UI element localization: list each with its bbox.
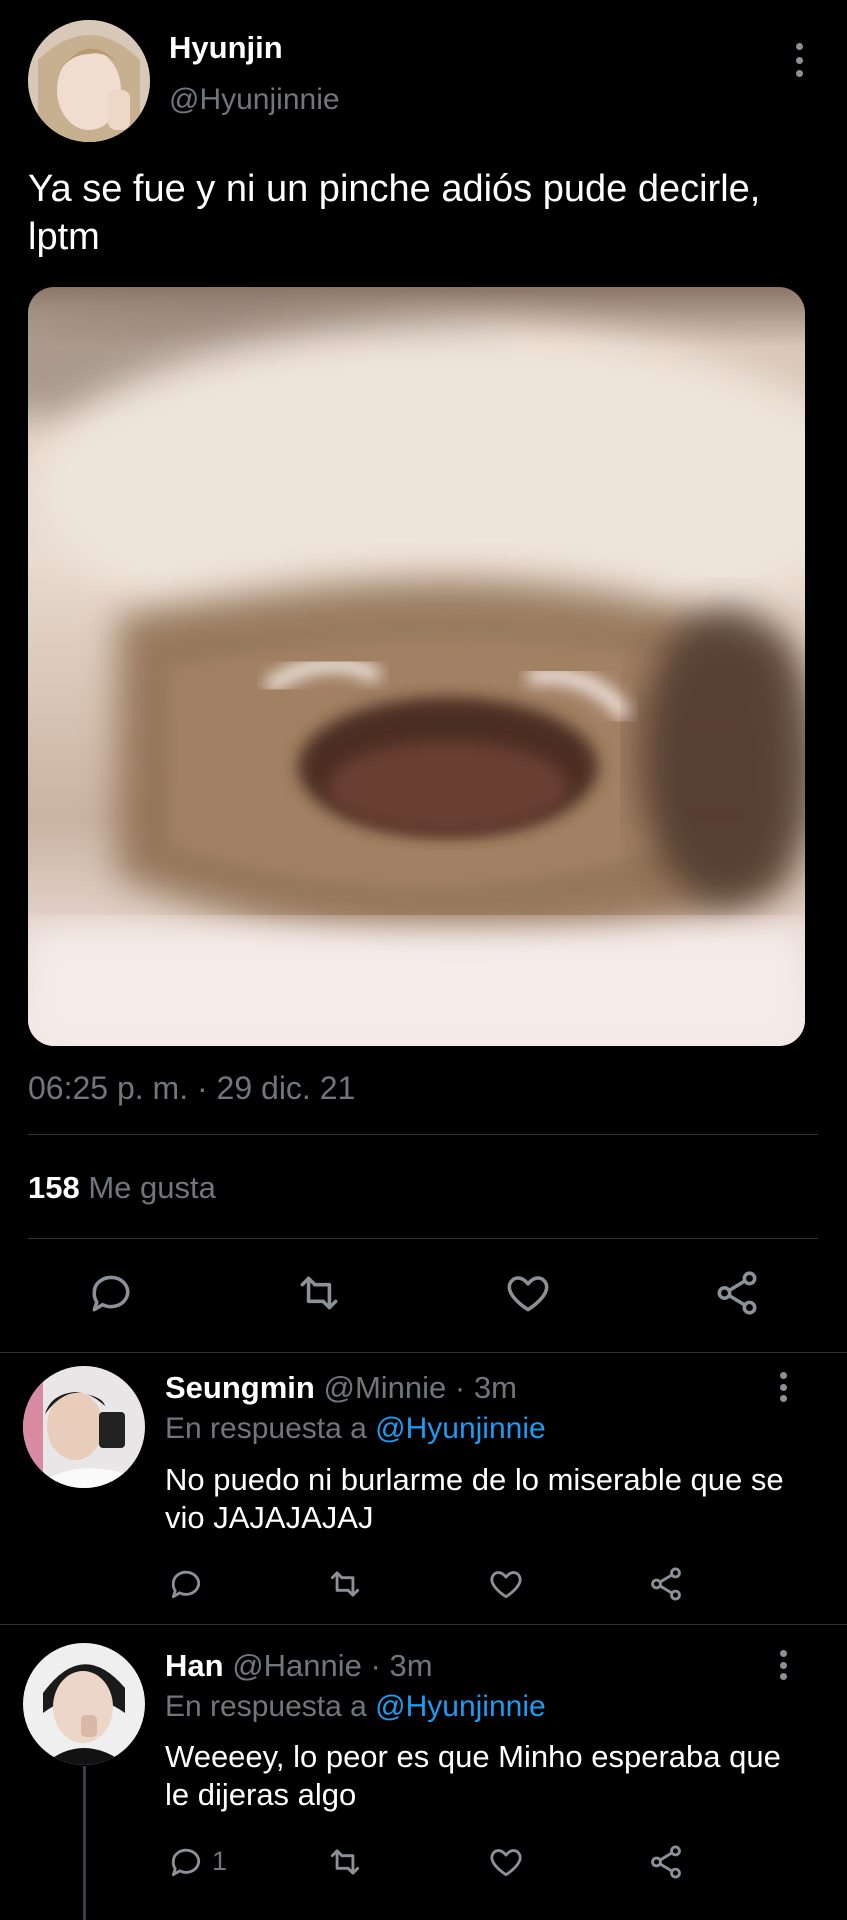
reply-to-link[interactable]: @Hyunjinnie xyxy=(375,1690,546,1723)
divider xyxy=(28,1238,818,1239)
reply-avatar[interactable] xyxy=(23,1366,145,1488)
author-handle[interactable]: @Hyunjinnie xyxy=(169,83,340,117)
divider xyxy=(0,1624,847,1625)
reply-time[interactable]: · 3m xyxy=(455,1370,517,1405)
heart-icon[interactable] xyxy=(503,1268,553,1318)
tweet-text: Ya se fue y ni un pinche adiós pude deci… xyxy=(28,168,761,258)
reply-text: Weeeey, lo peor es que Minho esperaba qu… xyxy=(165,1739,781,1812)
reply-context: En respuesta a @Hyunjinnie xyxy=(165,1412,546,1446)
heart-icon[interactable] xyxy=(487,1843,525,1881)
reply-icon[interactable] xyxy=(86,1268,136,1318)
reply-to-link[interactable]: @Hyunjinnie xyxy=(375,1412,546,1445)
author-name[interactable]: Hyunjin xyxy=(169,30,283,66)
reply-header: Han @Hannie · 3m xyxy=(165,1648,433,1684)
reply-icon[interactable] xyxy=(167,1565,205,1603)
tweet-timestamp[interactable]: 06:25 p. m. · 29 dic. 21 xyxy=(28,1070,355,1107)
more-vertical-icon[interactable] xyxy=(794,43,804,77)
retweet-icon[interactable] xyxy=(294,1268,344,1318)
author-avatar[interactable] xyxy=(28,20,150,142)
reply-author-name[interactable]: Han xyxy=(165,1648,224,1683)
reply-author-name[interactable]: Seungmin xyxy=(165,1370,315,1405)
likes-label: Me gusta xyxy=(88,1170,216,1205)
reply-author-handle[interactable]: @Minnie xyxy=(323,1370,446,1405)
reply-icon[interactable] xyxy=(167,1843,205,1881)
share-icon[interactable] xyxy=(647,1565,685,1603)
crying-face-photo xyxy=(28,297,805,1046)
more-vertical-icon[interactable] xyxy=(778,1372,788,1402)
reply-author-handle[interactable]: @Hannie xyxy=(232,1648,362,1683)
divider xyxy=(28,1134,818,1135)
thread-line xyxy=(83,1766,86,1920)
reply-context: En respuesta a @Hyunjinnie xyxy=(165,1690,546,1724)
avatar-photo xyxy=(23,1366,145,1488)
share-icon[interactable] xyxy=(647,1843,685,1881)
retweet-icon[interactable] xyxy=(326,1565,364,1603)
avatar-photo xyxy=(28,20,150,142)
avatar-photo xyxy=(23,1643,145,1765)
likes-summary[interactable]: 158 Me gusta xyxy=(28,1170,216,1206)
likes-count: 158 xyxy=(28,1170,80,1205)
reply-prefix: En respuesta a xyxy=(165,1412,367,1445)
reply-time[interactable]: · 3m xyxy=(371,1648,433,1683)
more-vertical-icon[interactable] xyxy=(778,1650,788,1680)
share-icon[interactable] xyxy=(712,1268,762,1318)
reply-header: Seungmin @Minnie · 3m xyxy=(165,1370,517,1406)
tweet-image[interactable] xyxy=(28,287,805,1046)
divider xyxy=(0,1352,847,1353)
reply-text: No puedo ni burlarme de lo miserable que… xyxy=(165,1462,784,1535)
reply-avatar[interactable] xyxy=(23,1643,145,1765)
reply-count: 1 xyxy=(212,1846,228,1876)
retweet-icon[interactable] xyxy=(326,1843,364,1881)
heart-icon[interactable] xyxy=(487,1565,525,1603)
reply-prefix: En respuesta a xyxy=(165,1690,367,1723)
